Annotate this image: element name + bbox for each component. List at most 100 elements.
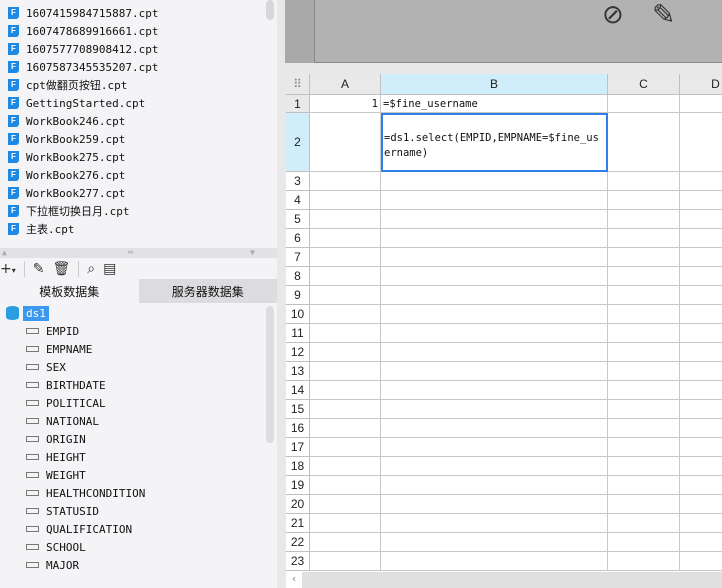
tab-template-dataset[interactable]: 模板数据集 [0, 279, 139, 303]
cell-A5[interactable] [310, 210, 381, 229]
column-header[interactable]: C [608, 74, 680, 95]
cell-D7[interactable] [680, 248, 722, 267]
field-item[interactable]: WEIGHT [26, 466, 86, 484]
scroll-left-icon[interactable]: ‹ [286, 572, 302, 588]
cell-D4[interactable] [680, 191, 722, 210]
cell-A2[interactable] [310, 113, 381, 172]
cell-B22[interactable] [381, 533, 608, 552]
row-header[interactable]: 12 [286, 343, 310, 362]
cell-A6[interactable] [310, 229, 381, 248]
panel-splitter[interactable]: ▲ ═ ▼ [0, 248, 277, 258]
file-item[interactable]: F 1607587345535207.cpt [8, 58, 158, 76]
tree-scrollbar[interactable] [266, 306, 274, 443]
column-header[interactable]: B [381, 74, 608, 95]
cell-A23[interactable] [310, 552, 381, 571]
row-header[interactable]: 6 [286, 229, 310, 248]
row-header[interactable]: 11 [286, 324, 310, 343]
field-item[interactable]: QUALIFICATION [26, 520, 132, 538]
cell-D21[interactable] [680, 514, 722, 533]
cell-C4[interactable] [608, 191, 680, 210]
file-item[interactable]: F GettingStarted.cpt [8, 94, 145, 112]
cell-C17[interactable] [608, 438, 680, 457]
cell-C1[interactable] [608, 95, 680, 113]
row-header[interactable]: 21 [286, 514, 310, 533]
cell-D18[interactable] [680, 457, 722, 476]
field-item[interactable]: EMPNAME [26, 340, 92, 358]
file-item[interactable]: F 1607415984715887.cpt [8, 4, 158, 22]
cell-A16[interactable] [310, 419, 381, 438]
file-item[interactable]: F WorkBook275.cpt [8, 148, 125, 166]
cell-B20[interactable] [381, 495, 608, 514]
file-item[interactable]: F 1607478689916661.cpt [8, 22, 158, 40]
dataset-node-ds1[interactable]: ds1 [6, 304, 49, 322]
row-header[interactable]: 23 [286, 552, 310, 571]
add-dataset-button[interactable]: +▾ [0, 261, 16, 277]
row-header[interactable]: 1 [286, 95, 310, 113]
cell-A21[interactable] [310, 514, 381, 533]
drag-handle-icon[interactable]: ═ [128, 248, 133, 257]
cell-B21[interactable] [381, 514, 608, 533]
cell-B18[interactable] [381, 457, 608, 476]
cell-B8[interactable] [381, 267, 608, 286]
cell-B17[interactable] [381, 438, 608, 457]
cell-B1[interactable]: =$fine_username [381, 95, 608, 113]
cell-B11[interactable] [381, 324, 608, 343]
field-item[interactable]: NATIONAL [26, 412, 99, 430]
file-item[interactable]: F 主表.cpt [8, 220, 75, 238]
row-header[interactable]: 4 [286, 191, 310, 210]
column-header[interactable]: D [680, 74, 722, 95]
cell-D12[interactable] [680, 343, 722, 362]
collapse-up-icon[interactable]: ▲ [2, 248, 7, 257]
edit-pencil-icon[interactable]: ✎ [33, 261, 45, 277]
cell-C20[interactable] [608, 495, 680, 514]
file-item[interactable]: F WorkBook277.cpt [8, 184, 125, 202]
cell-C16[interactable] [608, 419, 680, 438]
cell-C21[interactable] [608, 514, 680, 533]
cell-D2[interactable] [680, 113, 722, 172]
cell-C15[interactable] [608, 400, 680, 419]
field-item[interactable]: STATUSID [26, 502, 99, 520]
row-header[interactable]: 16 [286, 419, 310, 438]
cell-D3[interactable] [680, 172, 722, 191]
cell-B7[interactable] [381, 248, 608, 267]
cell-C14[interactable] [608, 381, 680, 400]
cell-D11[interactable] [680, 324, 722, 343]
field-item[interactable]: ORIGIN [26, 430, 86, 448]
cell-A18[interactable] [310, 457, 381, 476]
dataset-settings-icon[interactable]: ▤ [103, 261, 116, 277]
cell-D9[interactable] [680, 286, 722, 305]
row-header[interactable]: 9 [286, 286, 310, 305]
cell-D10[interactable] [680, 305, 722, 324]
cell-D16[interactable] [680, 419, 722, 438]
select-all-corner[interactable]: ⠿ [286, 74, 310, 95]
cell-C19[interactable] [608, 476, 680, 495]
row-header[interactable]: 13 [286, 362, 310, 381]
cell-A10[interactable] [310, 305, 381, 324]
cell-C9[interactable] [608, 286, 680, 305]
cell-B15[interactable] [381, 400, 608, 419]
file-list-scrollbar[interactable] [266, 0, 274, 20]
cell-D1[interactable] [680, 95, 722, 113]
cell-A3[interactable] [310, 172, 381, 191]
cell-B3[interactable] [381, 172, 608, 191]
cell-C12[interactable] [608, 343, 680, 362]
cell-B5[interactable] [381, 210, 608, 229]
cell-D14[interactable] [680, 381, 722, 400]
row-header[interactable]: 18 [286, 457, 310, 476]
cell-B23[interactable] [381, 552, 608, 571]
cell-D6[interactable] [680, 229, 722, 248]
row-header[interactable]: 7 [286, 248, 310, 267]
row-header[interactable]: 19 [286, 476, 310, 495]
cell-D23[interactable] [680, 552, 722, 571]
cell-C8[interactable] [608, 267, 680, 286]
cell-D22[interactable] [680, 533, 722, 552]
cell-A1[interactable]: 1 [310, 95, 381, 113]
field-item[interactable]: POLITICAL [26, 394, 106, 412]
cell-B13[interactable] [381, 362, 608, 381]
preview-dataset-icon[interactable]: ⌕ [87, 261, 95, 277]
field-item[interactable]: SCHOOL [26, 538, 86, 556]
column-header[interactable]: A [310, 74, 381, 95]
cell-C11[interactable] [608, 324, 680, 343]
field-item[interactable]: MAJOR [26, 556, 79, 574]
cell-A12[interactable] [310, 343, 381, 362]
